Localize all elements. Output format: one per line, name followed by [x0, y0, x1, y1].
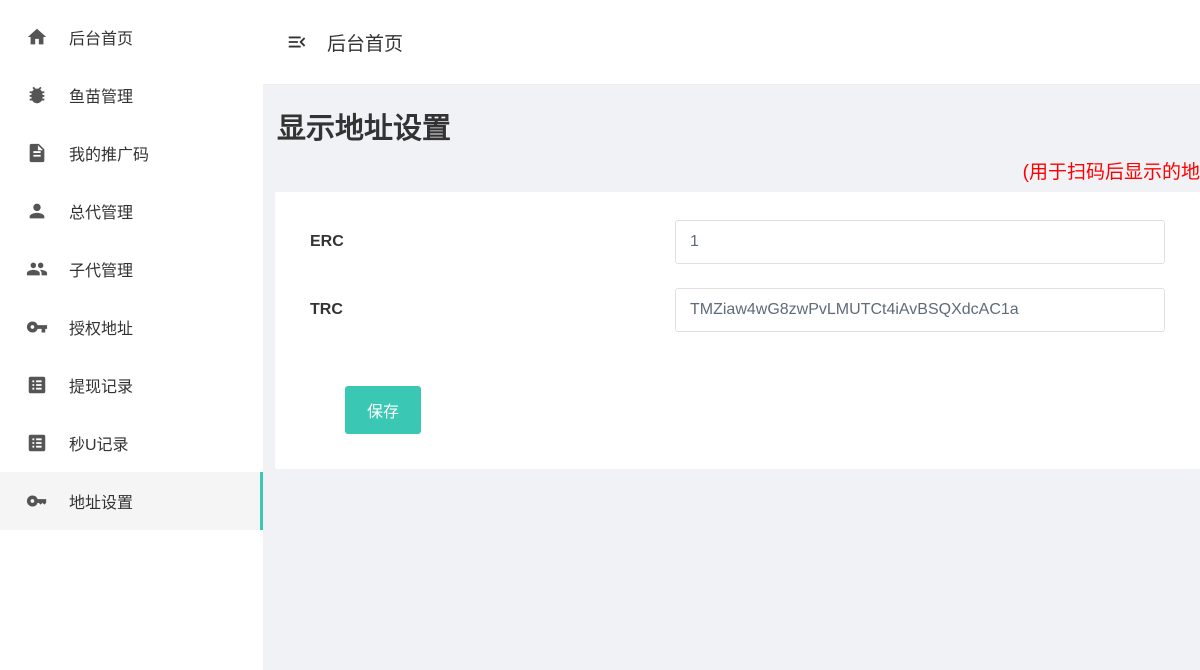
bug-icon	[25, 83, 49, 107]
topbar: 后台首页	[263, 0, 1200, 85]
trc-input[interactable]	[675, 288, 1165, 332]
sidebar-item-fish[interactable]: 鱼苗管理	[0, 66, 263, 124]
sidebar-item-label: 总代管理	[69, 199, 133, 223]
sidebar-item-label: 我的推广码	[69, 141, 149, 165]
form-card: ERC TRC 保存	[275, 192, 1200, 469]
key-settings-icon	[25, 489, 49, 513]
home-icon	[25, 25, 49, 49]
form-row-trc: TRC	[310, 288, 1165, 332]
sidebar-item-label: 鱼苗管理	[69, 83, 133, 107]
list-icon	[25, 373, 49, 397]
save-button[interactable]: 保存	[345, 386, 421, 434]
person-icon	[25, 199, 49, 223]
sidebar-item-auth-address[interactable]: 授权地址	[0, 298, 263, 356]
form-row-erc: ERC	[310, 220, 1165, 264]
erc-label: ERC	[310, 233, 675, 251]
erc-input[interactable]	[675, 220, 1165, 264]
main-area: 后台首页 显示地址设置 (用于扫码后显示的地 ERC TRC 保存	[263, 0, 1200, 670]
sidebar-item-label: 地址设置	[69, 489, 133, 513]
sidebar-item-address-settings[interactable]: 地址设置	[0, 472, 263, 530]
sidebar-item-u-record[interactable]: 秒U记录	[0, 414, 263, 472]
sidebar-item-agent[interactable]: 总代管理	[0, 182, 263, 240]
menu-toggle-icon[interactable]	[285, 30, 309, 54]
page-title: 显示地址设置	[275, 105, 1200, 147]
sidebar: 后台首页 鱼苗管理 我的推广码 总代管理 子代管理	[0, 0, 263, 670]
doc-icon	[25, 141, 49, 165]
list-icon	[25, 431, 49, 455]
content: 显示地址设置 (用于扫码后显示的地 ERC TRC 保存	[263, 85, 1200, 469]
trc-label: TRC	[310, 301, 675, 319]
topbar-title: 后台首页	[327, 29, 403, 56]
sidebar-item-label: 子代管理	[69, 257, 133, 281]
sidebar-item-label: 后台首页	[69, 25, 133, 49]
key-icon	[25, 315, 49, 339]
sidebar-item-label: 秒U记录	[69, 431, 129, 455]
sidebar-item-withdraw[interactable]: 提现记录	[0, 356, 263, 414]
sidebar-item-label: 授权地址	[69, 315, 133, 339]
sidebar-item-subagent[interactable]: 子代管理	[0, 240, 263, 298]
people-icon	[25, 257, 49, 281]
notice-text: (用于扫码后显示的地	[275, 157, 1200, 184]
sidebar-item-label: 提现记录	[69, 373, 133, 397]
sidebar-item-promo[interactable]: 我的推广码	[0, 124, 263, 182]
sidebar-item-home[interactable]: 后台首页	[0, 8, 263, 66]
